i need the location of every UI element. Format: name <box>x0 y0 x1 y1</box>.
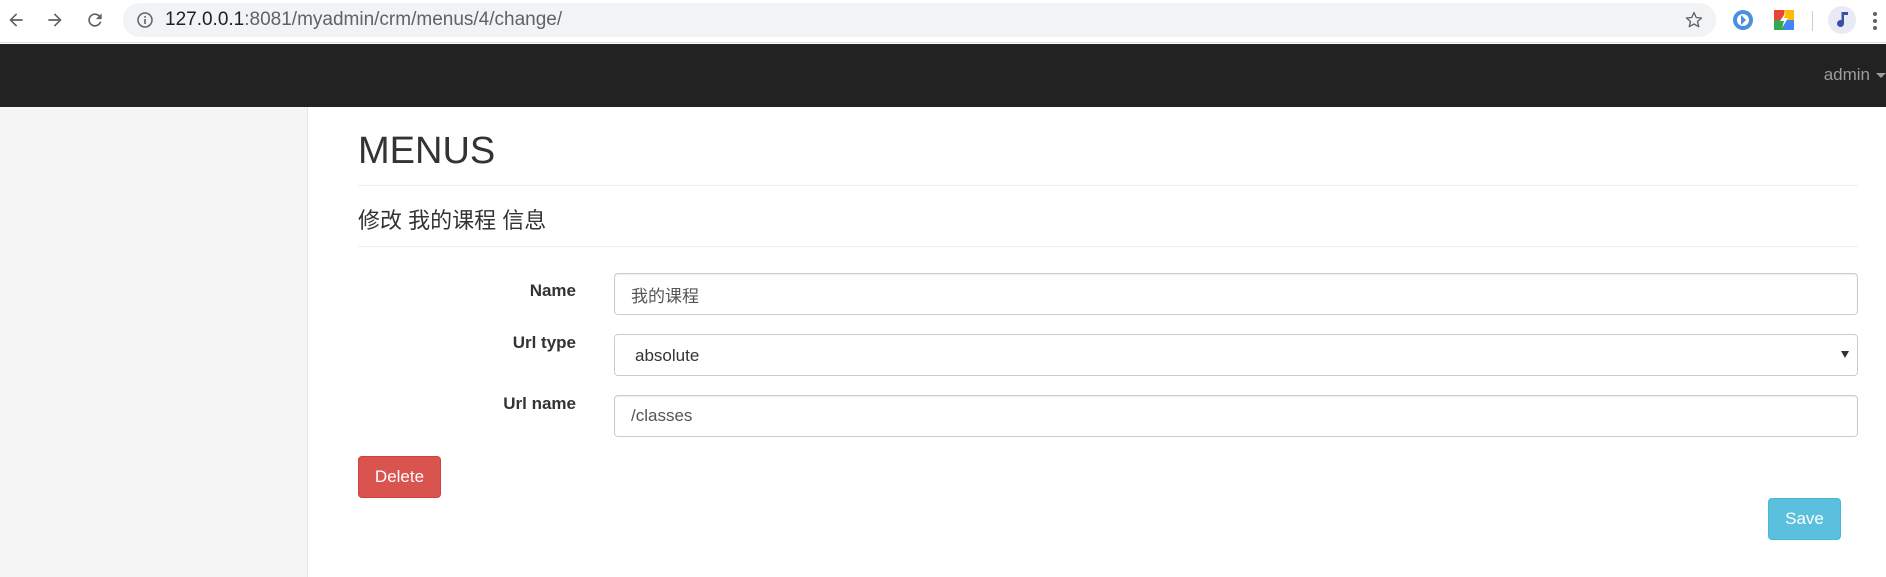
subtitle-divider <box>358 246 1858 247</box>
reload-icon[interactable] <box>83 8 107 32</box>
url-path: :8081/myadmin/crm/menus/4/change/ <box>244 9 563 30</box>
page-subtitle: 修改 我的课程 信息 <box>358 208 547 233</box>
url-type-selected-value: absolute <box>635 346 700 365</box>
browser-toolbar: 127.0.0.1:8081/myadmin/crm/menus/4/chang… <box>0 0 1886 43</box>
caret-down-icon <box>1876 72 1886 78</box>
user-menu-dropdown[interactable]: admin <box>1824 65 1886 85</box>
top-navbar: admin <box>0 44 1886 107</box>
delete-button[interactable]: Delete <box>358 456 441 498</box>
more-menu-icon[interactable] <box>1870 10 1880 32</box>
forward-arrow-icon[interactable] <box>43 8 67 32</box>
url-type-label: Url type <box>512 333 576 352</box>
extension-music-icon <box>1837 12 1848 28</box>
page-title: MENUS <box>358 130 496 172</box>
url-name-input[interactable] <box>614 395 1858 437</box>
extension-blue-icon[interactable] <box>1731 8 1755 32</box>
bookmark-star-icon[interactable] <box>1684 10 1704 30</box>
info-icon[interactable] <box>137 12 153 28</box>
select-arrow-icon <box>1841 351 1849 358</box>
back-arrow-icon[interactable] <box>4 8 28 32</box>
address-bar[interactable]: 127.0.0.1:8081/myadmin/crm/menus/4/chang… <box>123 3 1716 37</box>
url-type-select[interactable]: absolute <box>614 334 1858 376</box>
title-divider <box>358 185 1858 186</box>
extension-colorful-icon[interactable] <box>1772 8 1796 32</box>
toolbar-separator <box>1812 11 1813 31</box>
name-input[interactable] <box>614 273 1858 315</box>
name-label: Name <box>529 281 576 300</box>
sidebar <box>0 107 308 577</box>
user-name: admin <box>1823 65 1870 84</box>
url-name-label: Url name <box>503 394 576 413</box>
save-button[interactable]: Save <box>1768 498 1841 540</box>
profile-avatar[interactable] <box>1828 6 1856 34</box>
url-host: 127.0.0.1 <box>165 9 245 30</box>
url-text[interactable]: 127.0.0.1:8081/myadmin/crm/menus/4/chang… <box>165 10 562 30</box>
